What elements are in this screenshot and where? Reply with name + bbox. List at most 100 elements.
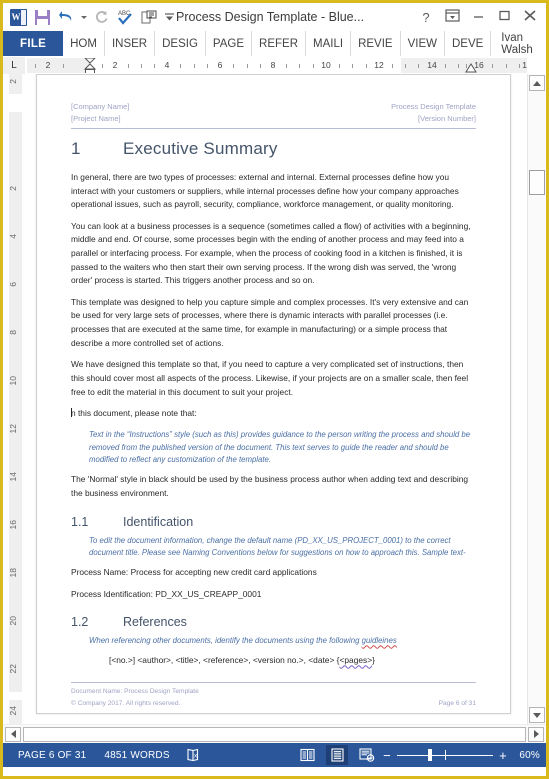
ruler-scroll-spacer	[527, 57, 546, 74]
svg-text:x: x	[194, 753, 198, 760]
word-app-icon[interactable]: W	[7, 6, 29, 28]
read-mode-icon[interactable]	[296, 745, 318, 765]
right-indent-marker-icon[interactable]	[465, 63, 477, 73]
note-line-text: n this document, please note that:	[71, 408, 197, 419]
footer-page-number: Page 6 of 31	[438, 700, 476, 708]
window-title: Process Design Template - Blue...	[176, 10, 365, 24]
paragraph-4: We have designed this template so that, …	[71, 359, 469, 397]
process-name-line: Process Name: Process for accepting new …	[71, 567, 317, 578]
heading-1-2-number: 1.2	[71, 615, 89, 630]
instruction-block: Text in the “Instructions” style (such a…	[89, 429, 471, 465]
note-line: n this document, please note that:	[71, 407, 476, 421]
vruler-mark-10: 20	[8, 616, 18, 626]
references-instruction-text: When referencing other documents, identi…	[89, 636, 362, 646]
header-template-name: Process Design Template	[391, 102, 476, 111]
footer-document-name: Document Name: Process Design Template	[71, 687, 199, 695]
tab-file[interactable]: FILE	[3, 31, 64, 56]
vruler-mark-0: 2	[8, 79, 18, 84]
document-page[interactable]: [Company Name] [Project Name] Process De…	[36, 74, 511, 714]
proofing-errors-icon[interactable]: x	[183, 745, 205, 765]
tab-page-layout[interactable]: PAGE	[206, 31, 253, 56]
horizontal-ruler-row: L 2 2 4 6 8 10 12 14 16 18	[3, 57, 546, 74]
vertical-scrollbar[interactable]	[527, 74, 546, 724]
spelling-grammar-icon[interactable]: ABC	[114, 6, 136, 28]
customize-quick-access-toolbar-icon[interactable]	[162, 6, 176, 28]
paragraph-1: In general, there are two types of proce…	[71, 172, 459, 210]
heading-references: 1.2 References	[71, 615, 476, 629]
vruler-mark-7: 14	[8, 472, 18, 482]
horizontal-ruler[interactable]: 2 2 4 6 8 10 12 14 16 18	[27, 58, 527, 73]
print-preview-icon[interactable]	[138, 6, 160, 28]
hruler-mark-7: 14	[427, 60, 437, 70]
save-icon[interactable]	[31, 6, 53, 28]
scroll-left-icon[interactable]	[5, 726, 21, 742]
horizontal-scrollbar[interactable]	[3, 724, 546, 743]
hruler-mark-4: 8	[270, 60, 276, 70]
vruler-mark-8: 16	[8, 520, 18, 530]
paragraph-3: This template was designed to help you c…	[71, 296, 469, 348]
close-icon[interactable]	[522, 9, 538, 25]
account-dropdown-icon[interactable]	[546, 42, 547, 45]
scroll-down-icon[interactable]	[529, 707, 545, 723]
header-version-number: [Version Number]	[418, 114, 476, 123]
tab-references[interactable]: REFER	[252, 31, 307, 56]
references-instruction: When referencing other documents, identi…	[71, 635, 476, 648]
process-identification-line: Process Identification: PD_XX_US_CREAPP_…	[71, 588, 262, 599]
ribbon-display-options-icon[interactable]	[444, 9, 460, 25]
hruler-mark-2: 4	[164, 60, 170, 70]
zoom-slider-thumb[interactable]	[427, 749, 432, 761]
vruler-mark-11: 22	[8, 664, 18, 674]
tab-mailings[interactable]: MAILI	[306, 31, 352, 56]
tab-review[interactable]: REVIE	[351, 31, 401, 56]
web-layout-icon[interactable]	[356, 745, 378, 765]
scroll-right-icon[interactable]	[528, 726, 544, 742]
zoom-control[interactable]: − +	[382, 749, 508, 762]
tab-insert[interactable]: INSER	[105, 31, 156, 56]
zoom-level-label[interactable]: 60%	[514, 750, 540, 761]
undo-icon[interactable]	[55, 6, 77, 28]
hruler-mark-3: 6	[217, 60, 223, 70]
help-icon[interactable]: ?	[418, 10, 434, 25]
title-bar: W ABC Process Design Template - Blue... …	[3, 3, 546, 31]
maximize-icon[interactable]	[496, 9, 512, 25]
zoom-out-button[interactable]: −	[382, 749, 392, 762]
zoom-in-button[interactable]: +	[498, 749, 508, 762]
horizontal-scroll-track[interactable]	[23, 726, 526, 742]
tab-view[interactable]: VIEW	[401, 31, 445, 56]
print-layout-icon[interactable]	[326, 745, 348, 765]
first-line-indent-marker-icon[interactable]	[83, 58, 97, 73]
user-name-label[interactable]: Ivan Walsh	[501, 32, 539, 56]
page-indicator[interactable]: PAGE 6 OF 31	[9, 750, 95, 761]
scroll-up-icon[interactable]	[529, 75, 545, 91]
tab-stop-selector[interactable]: L	[3, 57, 25, 74]
vruler-mark-5: 10	[8, 376, 18, 386]
hruler-mark-9: 18	[522, 60, 527, 70]
vruler-mark-12: 24	[8, 706, 18, 716]
reference-format-line: [<no.>] <author>, <title>, <reference>, …	[71, 654, 476, 667]
paragraph-2: You can look at a business processes is …	[71, 220, 471, 286]
document-canvas[interactable]: [Company Name] [Project Name] Process De…	[25, 74, 527, 724]
vruler-mark-2: 4	[8, 234, 18, 239]
redo-icon[interactable]	[90, 6, 112, 28]
identification-instruction: To edit the document information, change…	[89, 535, 466, 558]
reference-format-prefix: [<no.>] <author>, <title>, <reference>, …	[109, 655, 340, 666]
heading-1-2-title: References	[123, 615, 187, 630]
vruler-mark-1: 2	[8, 186, 18, 191]
vertical-scroll-thumb[interactable]	[529, 170, 545, 195]
undo-dropdown-icon[interactable]	[79, 6, 88, 28]
vruler-mark-9: 18	[8, 568, 18, 578]
tab-design[interactable]: DESIG	[155, 31, 206, 56]
tab-home[interactable]: HOM	[63, 31, 105, 56]
spelling-error-guidleines: guidleines	[361, 636, 397, 646]
word-app-icon-letter: W	[11, 12, 21, 22]
quick-access-toolbar: W ABC	[7, 6, 176, 28]
minimize-icon[interactable]	[470, 9, 486, 25]
document-footer: Document Name: Process Design Template ©…	[71, 683, 476, 711]
tab-developer[interactable]: DEVE	[445, 31, 490, 56]
ribbon-tab-strip: FILE HOM INSER DESIG PAGE REFER MAILI RE…	[3, 31, 546, 57]
word-count[interactable]: 4851 WORDS	[95, 750, 178, 761]
zoom-slider[interactable]	[397, 749, 493, 761]
hruler-mark-0: 2	[45, 60, 51, 70]
document-work-area: 2 2 4 6 8 10 12 14 16 18 20 22 24 [Compa…	[3, 74, 546, 724]
vertical-ruler[interactable]: 2 2 4 6 8 10 12 14 16 18 20 22 24	[3, 74, 25, 724]
